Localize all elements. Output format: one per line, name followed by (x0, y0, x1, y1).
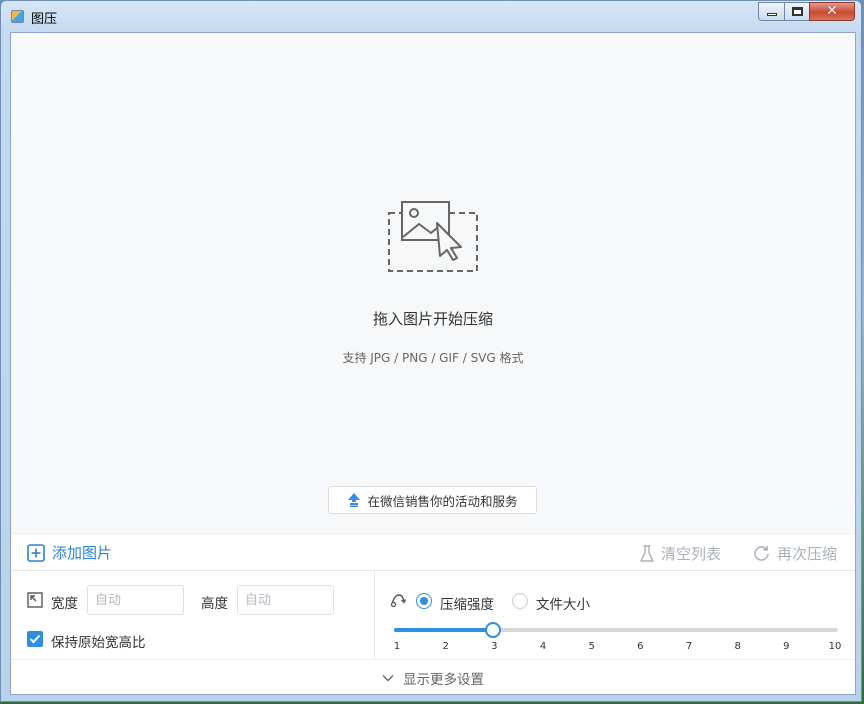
slider-tick-labels: 1 2 3 4 5 6 7 8 9 10 (375, 641, 855, 655)
chevron-down-icon (382, 675, 394, 682)
slider-tick-label: 4 (539, 641, 547, 652)
maximize-icon (792, 7, 803, 16)
curve-icon (390, 594, 406, 608)
settings-panel: 宽度 高度 保持原始宽高比 压缩强度 (11, 571, 855, 659)
slider-tick-label: 7 (685, 641, 693, 652)
show-more-settings-button[interactable]: 显示更多设置 (11, 659, 855, 694)
height-input[interactable] (237, 585, 334, 615)
drop-title: 拖入图片开始压缩 (372, 310, 493, 328)
recompress-label: 再次压缩 (776, 545, 837, 563)
width-input[interactable] (87, 585, 184, 615)
mode-size-label: 文件大小 (536, 597, 590, 613)
app-window: 图压 ✕ 拖入图片开始压缩 支持 JPG / PNG / GIF / SVG 格… (0, 0, 862, 702)
slider-tick-label: 1 (393, 641, 401, 652)
window-controls: ✕ (758, 2, 855, 22)
toolbar-actions: 清空列表 再次压缩 (640, 543, 837, 564)
upload-arrow-icon (348, 493, 361, 507)
resize-icon (27, 592, 43, 608)
maximize-button[interactable] (784, 2, 809, 21)
clear-list-label: 清空列表 (660, 545, 721, 563)
add-icon (27, 543, 45, 562)
slider-tick-label: 6 (637, 641, 644, 652)
window-title: 图压 (31, 12, 58, 27)
slider-tick-label: 9 (783, 641, 790, 652)
recompress-button[interactable]: 再次压缩 (753, 543, 837, 564)
title-bar[interactable]: 图压 ✕ (1, 1, 861, 31)
size-settings: 宽度 高度 保持原始宽高比 (11, 571, 375, 659)
mode-strength-radio[interactable] (416, 593, 432, 609)
check-icon (29, 634, 41, 644)
slider-fill (394, 628, 493, 632)
slider-thumb[interactable] (484, 622, 501, 638)
close-icon: ✕ (826, 3, 838, 19)
add-image-label: 添加图片 (52, 544, 113, 562)
image-drop-icon (388, 201, 478, 272)
toolbar: 添加图片 清空列表 再次压缩 (11, 533, 855, 571)
minimize-icon (767, 13, 777, 16)
slider-tick-label: 8 (734, 641, 741, 652)
minimize-button[interactable] (758, 2, 784, 21)
strength-slider[interactable] (394, 622, 838, 638)
compression-settings: 压缩强度 文件大小 1 2 3 4 5 6 7 8 9 10 (375, 571, 855, 659)
height-label: 高度 (201, 596, 228, 612)
keep-ratio-label: 保持原始宽高比 (51, 635, 146, 651)
close-button[interactable]: ✕ (809, 2, 855, 21)
client-area: 拖入图片开始压缩 支持 JPG / PNG / GIF / SVG 格式 在微信… (10, 32, 856, 695)
promo-label: 在微信销售你的活动和服务 (367, 493, 518, 509)
add-image-button[interactable]: 添加图片 (27, 542, 112, 563)
slider-tick-label: 10 (828, 641, 842, 652)
slider-tick-label: 2 (442, 641, 449, 652)
clear-list-button[interactable]: 清空列表 (640, 543, 721, 564)
slider-tick-label: 3 (491, 641, 498, 652)
show-more-label: 显示更多设置 (403, 672, 484, 688)
keep-ratio-checkbox[interactable] (27, 631, 43, 647)
refresh-icon (754, 545, 769, 561)
promo-button[interactable]: 在微信销售你的活动和服务 (328, 486, 537, 514)
mode-size-radio[interactable] (512, 593, 528, 609)
flask-icon (640, 544, 654, 562)
width-label: 宽度 (51, 596, 78, 612)
slider-tick-label: 5 (588, 641, 595, 652)
supported-formats-text: 支持 JPG / PNG / GIF / SVG 格式 (342, 351, 524, 365)
mode-strength-label: 压缩强度 (440, 597, 494, 613)
drop-zone[interactable]: 拖入图片开始压缩 支持 JPG / PNG / GIF / SVG 格式 在微信… (11, 33, 855, 533)
app-icon (11, 10, 24, 23)
